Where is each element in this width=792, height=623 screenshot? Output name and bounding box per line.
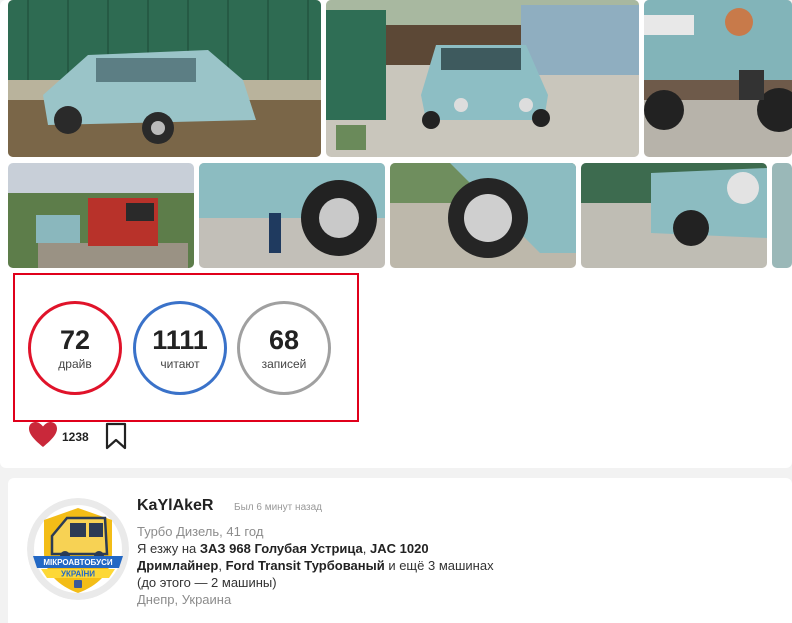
profile-info: Турбо Дизель, 41 год Я езжу на ЗАЗ 968 Г…	[137, 523, 777, 608]
car-photo[interactable]	[8, 0, 321, 157]
car-link[interactable]: ЗАЗ 968 Голубая Устрица	[200, 541, 363, 556]
avatar-text-bottom: УКРАЇНИ	[61, 570, 95, 579]
stat-label: записей	[261, 357, 307, 371]
cars-line: Я езжу на ЗАЗ 968 Голубая Устрица, JAC 1…	[137, 540, 507, 574]
profile-card: МІКРОАВТОБУСИ УКРАЇНИ KaYlAkeR Был 6 мин…	[8, 478, 792, 623]
separator: ,	[218, 558, 226, 573]
stat-drive[interactable]: 72 драйв	[28, 301, 122, 395]
stat-value: 1111	[152, 325, 208, 355]
stats-highlight: 72 драйв 1111 читают 68 записей	[13, 273, 359, 422]
last-seen: Был 6 минут назад	[234, 502, 322, 513]
like-count: 1238	[62, 430, 89, 444]
bookmark-button[interactable]	[104, 422, 128, 455]
car-photo[interactable]	[326, 0, 639, 157]
profile-subtitle: Турбо Дизель, 41 год	[137, 524, 264, 539]
stat-label: драйв	[58, 357, 92, 371]
separator: ,	[362, 541, 371, 556]
heart-icon	[28, 421, 58, 453]
gallery-card: 72 драйв 1111 читают 68 записей 1238	[0, 0, 792, 468]
bookmark-icon	[104, 422, 128, 454]
like-button[interactable]: 1238	[28, 421, 89, 453]
car-photo[interactable]	[199, 163, 385, 268]
location: Днепр, Украина	[137, 592, 232, 607]
car-photo[interactable]	[581, 163, 767, 268]
car-photo[interactable]	[8, 163, 194, 268]
previous-cars: (до этого — 2 машины)	[137, 575, 277, 590]
car-photo[interactable]	[390, 163, 576, 268]
avatar-text-top: МІКРОАВТОБУСИ	[43, 558, 112, 567]
drives-prefix: Я езжу на	[137, 541, 200, 556]
stat-followers[interactable]: 1111 читают	[133, 301, 227, 395]
car-link[interactable]: Ford Transit Турбованый	[226, 558, 385, 573]
avatar[interactable]: МІКРОАВТОБУСИ УКРАЇНИ	[27, 498, 129, 600]
stat-label: читают	[160, 357, 200, 371]
profile-page: 72 драйв 1111 читают 68 записей 1238 МІК…	[0, 0, 792, 623]
stat-value: 68	[268, 325, 300, 355]
stat-posts[interactable]: 68 записей	[237, 301, 331, 395]
drives-suffix: и ещё 3 машинах	[384, 558, 494, 573]
stat-value: 72	[59, 325, 91, 355]
car-photo[interactable]	[772, 163, 792, 268]
username-link[interactable]: KaYlAkeR	[137, 497, 213, 515]
car-photo[interactable]	[644, 0, 792, 157]
